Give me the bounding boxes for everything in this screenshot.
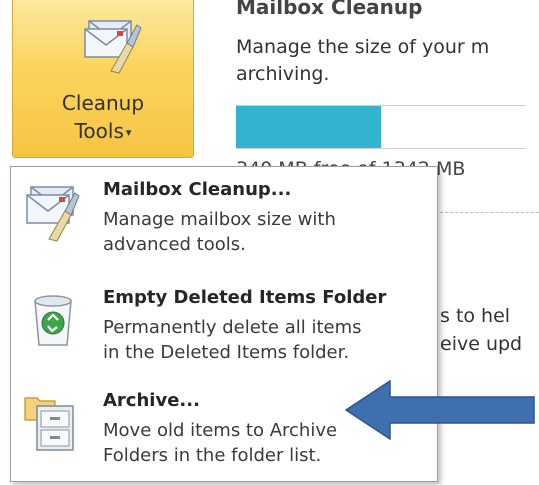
cleanup-tools-label-text: Tools (74, 119, 124, 143)
section-divider (440, 212, 539, 213)
menu-item-desc-line2: in the Deleted Items folder. (103, 342, 350, 363)
cleanup-tools-label-line1: Cleanup (61, 91, 145, 115)
mailbox-cleanup-heading: Mailbox Cleanup (236, 0, 423, 19)
recycle-bin-icon (34, 295, 72, 346)
menu-item-desc-line1: Manage mailbox size with (103, 209, 336, 230)
chevron-down-icon: ▾ (125, 126, 132, 139)
annotation-arrow-icon (344, 379, 535, 441)
menu-item-title: Empty Deleted Items Folder (103, 287, 387, 308)
mailbox-cleanup-icon (84, 20, 142, 74)
background-text-line2: eive upd (440, 333, 523, 355)
mailbox-cleanup-desc-line2: archiving. (236, 63, 330, 85)
menu-item-description: Manage mailbox size with advanced tools. (103, 207, 433, 257)
menu-item-desc-line2: Folders in the folder list. (103, 445, 322, 466)
menu-item-empty-deleted-items[interactable]: Empty Deleted Items Folder Permanently d… (11, 277, 437, 382)
menu-item-title: Mailbox Cleanup... (103, 179, 292, 200)
cleanup-tools-button[interactable]: Cleanup Tools ▾ (12, 0, 194, 158)
mailbox-cleanup-desc-line1: Manage the size of your m (236, 36, 490, 58)
mailbox-usage-bar (236, 105, 526, 149)
mailbox-cleanup-icon (26, 186, 80, 242)
background-text-line1: s to hel (440, 305, 511, 327)
mailbox-usage-fill (236, 106, 381, 148)
menu-item-description: Permanently delete all items in the Dele… (103, 315, 433, 365)
archive-cabinet-icon (24, 397, 74, 451)
menu-item-mailbox-cleanup[interactable]: Mailbox Cleanup... Manage mailbox size w… (11, 169, 437, 274)
menu-item-desc-line2: advanced tools. (103, 234, 246, 255)
menu-item-title: Archive... (103, 390, 200, 411)
cleanup-tools-label-line2: Tools ▾ (13, 118, 193, 146)
mailbox-cleanup-description: Manage the size of your m archiving. (236, 34, 536, 88)
menu-item-desc-line1: Permanently delete all items (103, 317, 362, 338)
